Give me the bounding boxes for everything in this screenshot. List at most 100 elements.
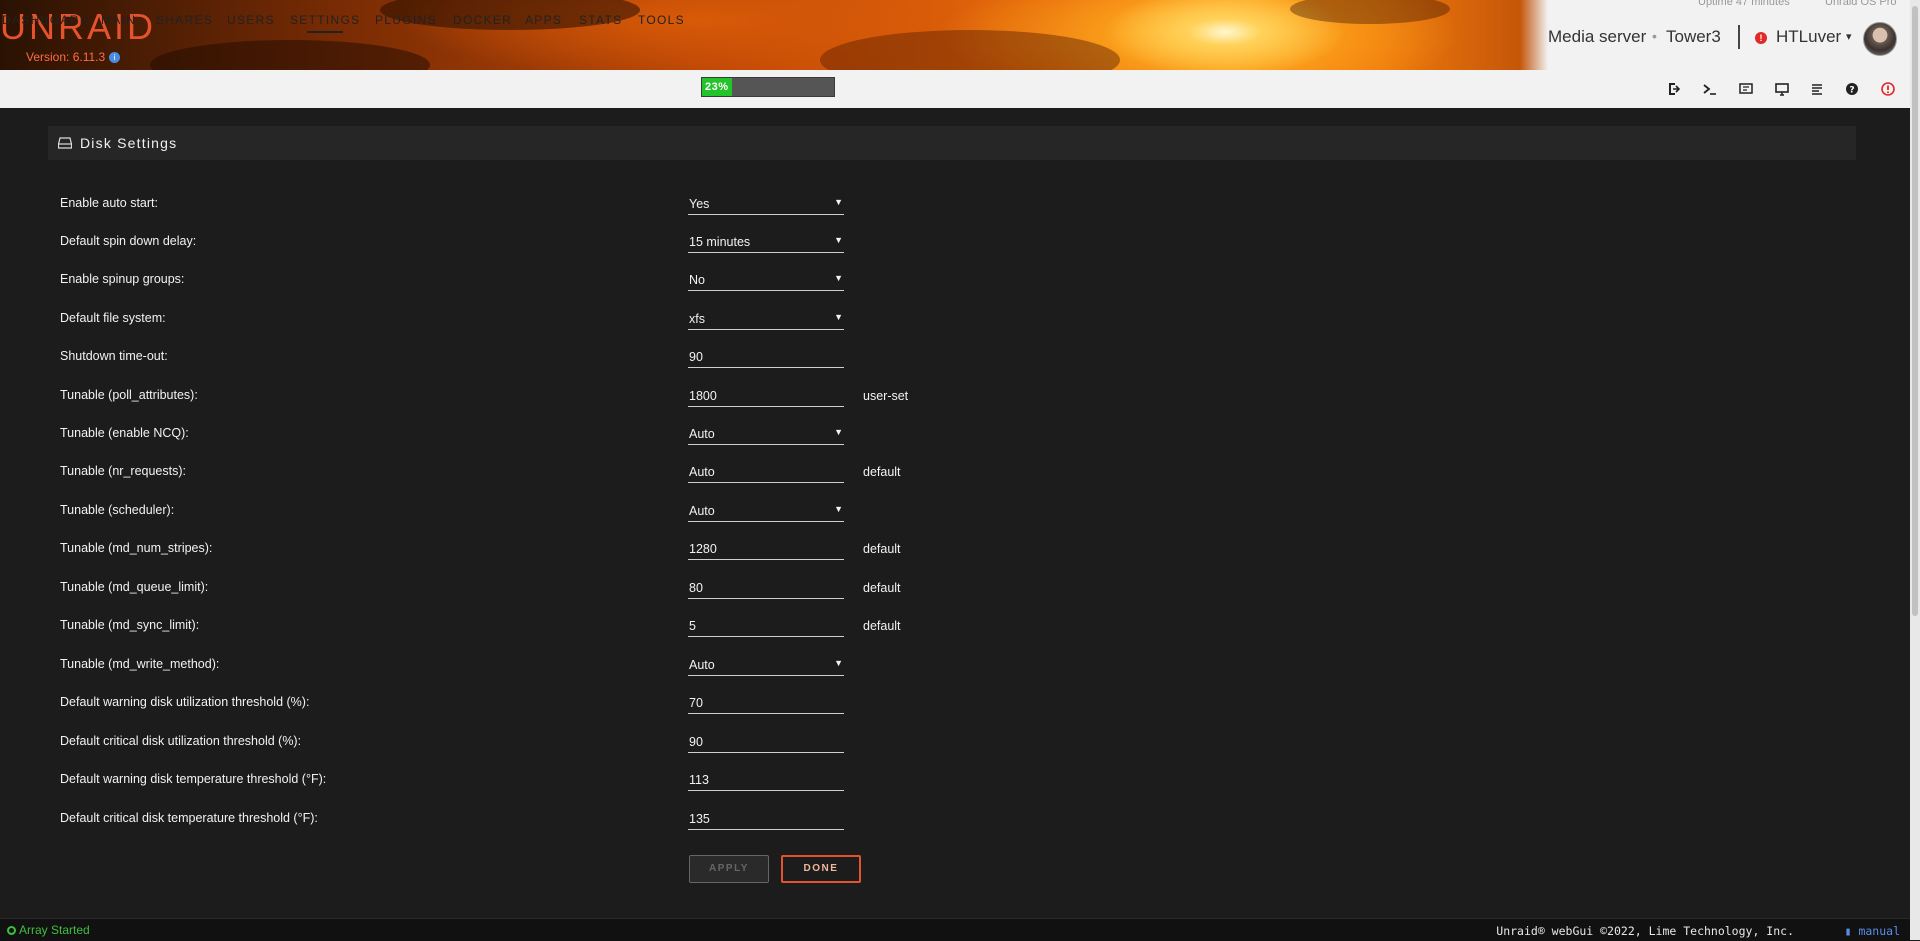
version-label[interactable]: Version: 6.11.3 i: [26, 50, 121, 64]
nav-shares[interactable]: Shares: [156, 13, 213, 27]
manual-link[interactable]: ▮ manual: [1845, 924, 1900, 938]
display-icon[interactable]: [1774, 81, 1790, 97]
setting-label: Enable auto start:: [60, 196, 158, 210]
chevron-down-icon: ▼: [834, 504, 843, 514]
progress-label: 23%: [705, 81, 729, 93]
setting-label: Tunable (poll_attributes):: [60, 388, 198, 402]
scrollbar-thumb[interactable]: [1912, 6, 1918, 616]
nav-settings[interactable]: Settings: [290, 13, 360, 33]
setting-md-num-stripes: Tunable (md_num_stripes): 1280 default: [0, 538, 1900, 568]
chevron-down-icon: ▼: [834, 273, 843, 283]
user-menu[interactable]: HTLuver: [1776, 27, 1841, 47]
md-num-stripes-input[interactable]: 1280: [688, 538, 844, 560]
chevron-down-icon: ▼: [834, 427, 843, 437]
chevron-down-icon[interactable]: ▾: [1846, 30, 1852, 43]
setting-auto-start: Enable auto start: Yes ▼: [0, 193, 1900, 223]
setting-md-write-method: Tunable (md_write_method): Auto ▼: [0, 654, 1900, 684]
setting-warning-utilization: Default warning disk utilization thresho…: [0, 692, 1900, 722]
critical-utilization-input[interactable]: 90: [688, 731, 844, 753]
setting-enable-ncq: Tunable (enable NCQ): Auto ▼: [0, 423, 1900, 453]
version-text: Version: 6.11.3: [26, 50, 106, 64]
warning-utilization-input[interactable]: 70: [688, 692, 844, 714]
nr-requests-input[interactable]: Auto: [688, 461, 844, 483]
auto-start-select[interactable]: Yes ▼: [688, 193, 844, 215]
nav-apps[interactable]: Apps: [525, 13, 562, 27]
setting-label: Default file system:: [60, 311, 166, 325]
nav-plugins[interactable]: Plugins: [375, 13, 437, 27]
warning-temperature-input[interactable]: 113: [688, 769, 844, 791]
md-queue-limit-input[interactable]: 80: [688, 577, 844, 599]
setting-scheduler: Tunable (scheduler): Auto ▼: [0, 500, 1900, 530]
spin-down-delay-select[interactable]: 15 minutes ▼: [688, 231, 844, 253]
svg-text:?: ?: [1849, 86, 1854, 96]
section-header: Disk Settings: [48, 126, 1856, 160]
setting-note: default: [863, 465, 901, 479]
poll-attributes-input[interactable]: 1800: [688, 385, 844, 407]
setting-critical-utilization: Default critical disk utilization thresh…: [0, 731, 1900, 761]
setting-label: Tunable (enable NCQ):: [60, 426, 189, 440]
setting-label: Tunable (nr_requests):: [60, 464, 186, 478]
setting-label: Default critical disk utilization thresh…: [60, 734, 302, 748]
chevron-down-icon: ▼: [834, 658, 843, 668]
file-system-select[interactable]: xfs ▼: [688, 308, 844, 330]
setting-shutdown-timeout: Shutdown time-out: 90: [0, 346, 1900, 376]
critical-temperature-input[interactable]: 135: [688, 808, 844, 830]
server-separator: •: [1652, 28, 1657, 44]
nav-dashboard[interactable]: Dashboard: [2, 13, 90, 27]
scheduler-select[interactable]: Auto ▼: [688, 500, 844, 522]
chevron-down-icon: ▼: [834, 197, 843, 207]
disk-icon: [57, 136, 73, 154]
setting-file-system: Default file system: xfs ▼: [0, 308, 1900, 338]
enable-ncq-select[interactable]: Auto ▼: [688, 423, 844, 445]
setting-poll-attributes: Tunable (poll_attributes): 1800 user-set: [0, 385, 1900, 415]
nav-tools[interactable]: Tools: [638, 13, 685, 27]
avatar[interactable]: [1863, 22, 1897, 56]
setting-label: Shutdown time-out:: [60, 349, 168, 363]
apply-button[interactable]: Apply: [689, 855, 769, 883]
setting-note: default: [863, 581, 901, 595]
setting-label: Tunable (md_num_stripes):: [60, 541, 213, 555]
chevron-down-icon: ▼: [834, 312, 843, 322]
header-divider: [1738, 25, 1740, 49]
user-alert-icon[interactable]: !: [1755, 32, 1767, 44]
nav-users[interactable]: Users: [227, 13, 275, 27]
setting-label: Default warning disk temperature thresho…: [60, 772, 327, 786]
setting-label: Tunable (md_queue_limit):: [60, 580, 209, 594]
main-nav: [0, 70, 1910, 108]
setting-md-queue-limit: Tunable (md_queue_limit): 80 default: [0, 577, 1900, 607]
terminal-icon[interactable]: [1702, 81, 1718, 97]
nav-main[interactable]: Main: [101, 13, 136, 27]
log-icon[interactable]: [1809, 81, 1825, 97]
setting-nr-requests: Tunable (nr_requests): Auto default: [0, 461, 1900, 491]
shutdown-timeout-input[interactable]: 90: [688, 346, 844, 368]
done-button[interactable]: Done: [781, 855, 861, 883]
book-icon: ▮: [1844, 924, 1852, 938]
setting-critical-temperature: Default critical disk temperature thresh…: [0, 808, 1900, 838]
setting-spinup-groups: Enable spinup groups: No ▼: [0, 269, 1900, 299]
setting-note: user-set: [863, 389, 909, 403]
spinup-groups-select[interactable]: No ▼: [688, 269, 844, 291]
setting-label: Tunable (md_sync_limit):: [60, 618, 200, 632]
nav-docker[interactable]: Docker: [453, 13, 512, 27]
setting-label: Enable spinup groups:: [60, 272, 185, 286]
setting-note: default: [863, 619, 901, 633]
nav-stats[interactable]: Stats: [579, 13, 622, 27]
md-write-method-select[interactable]: Auto ▼: [688, 654, 844, 676]
server-name: Tower3: [1666, 27, 1721, 46]
feedback-icon[interactable]: [1738, 81, 1754, 97]
info-icon[interactable]: i: [109, 52, 121, 64]
md-sync-limit-input[interactable]: 5: [688, 615, 844, 637]
help-icon[interactable]: ?: [1844, 81, 1860, 97]
logout-icon[interactable]: [1667, 81, 1683, 97]
registration-text[interactable]: Unraid OS Pro: [1825, 0, 1897, 8]
chevron-down-icon: ▼: [834, 235, 843, 245]
setting-warning-temperature: Default warning disk temperature thresho…: [0, 769, 1900, 799]
alert-icon[interactable]: [1880, 81, 1896, 97]
array-status: Array Started: [7, 923, 90, 937]
progress-bar[interactable]: 23%: [701, 77, 835, 97]
setting-label: Default critical disk temperature thresh…: [60, 811, 318, 825]
setting-label: Tunable (scheduler):: [60, 503, 175, 517]
status-footer: Array Started Unraid® webGui ©2022, Lime…: [0, 918, 1910, 941]
page-scrollbar[interactable]: [1910, 0, 1920, 940]
copyright-text[interactable]: Unraid® webGui ©2022, Lime Technology, I…: [1496, 924, 1794, 938]
